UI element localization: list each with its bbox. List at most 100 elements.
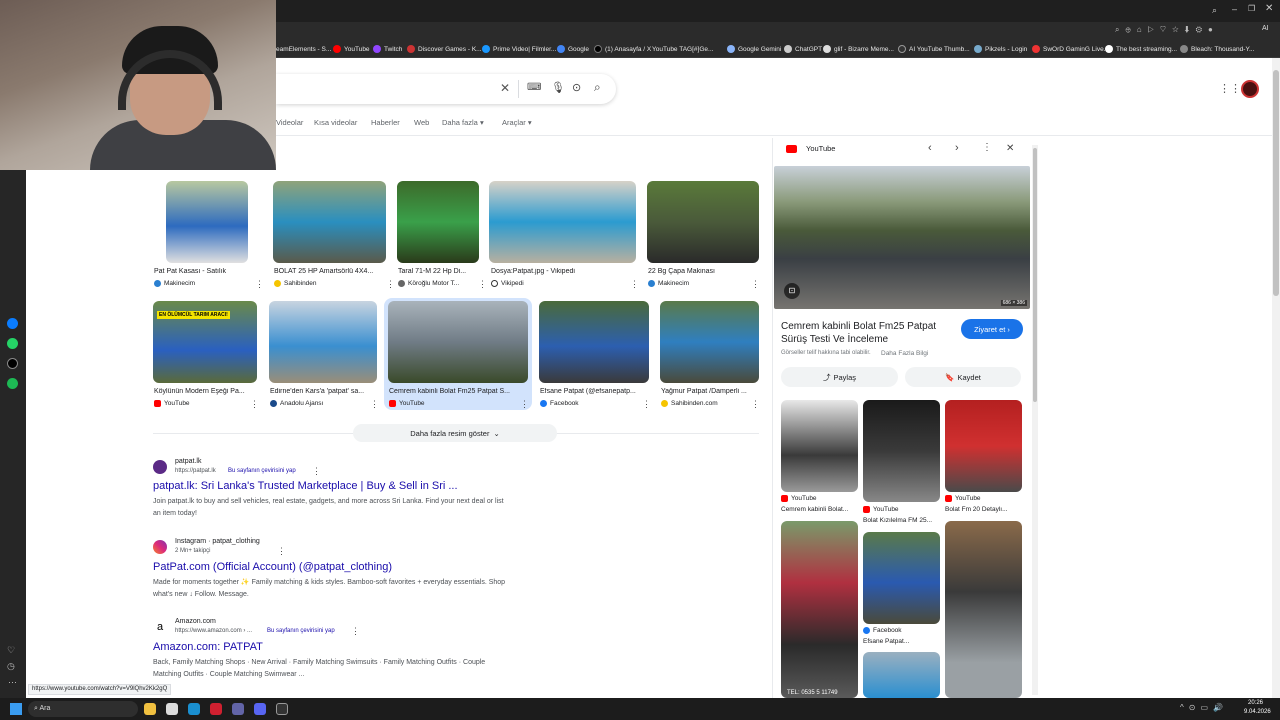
history-icon[interactable]: ◷ bbox=[7, 661, 15, 672]
image-caption[interactable]: Dosya:Patpat.jpg - Vikipedi bbox=[491, 268, 631, 275]
close-panel-icon[interactable]: ✕ bbox=[1006, 143, 1014, 154]
more-options-icon[interactable]: ⋮ bbox=[520, 399, 529, 410]
related-source[interactable]: Facebook bbox=[863, 627, 902, 634]
image-source[interactable]: Köroğlu Motor T... bbox=[398, 280, 459, 287]
related-source[interactable]: YouTube bbox=[945, 495, 981, 502]
image-caption[interactable]: Edirne'den Kars'a 'patpat' sa... bbox=[270, 388, 376, 395]
image-source[interactable]: Makinecim bbox=[648, 280, 689, 287]
windows-start-icon[interactable] bbox=[10, 703, 22, 715]
preview-image[interactable]: 686 × 386 ⊡ bbox=[774, 166, 1030, 309]
taskbar-search[interactable]: ⌕ Ara bbox=[28, 701, 138, 717]
lens-icon[interactable]: ⊙ bbox=[572, 81, 581, 94]
maximize-icon[interactable]: ❐ bbox=[1248, 4, 1255, 13]
related-image[interactable] bbox=[945, 521, 1022, 698]
more-options-icon[interactable]: ⋮ bbox=[277, 546, 286, 557]
image-result[interactable] bbox=[269, 301, 377, 383]
obs-icon[interactable] bbox=[276, 703, 288, 715]
search-icon[interactable]: ⌕ bbox=[1212, 5, 1217, 16]
clock-date[interactable]: 9.04.2026 bbox=[1244, 709, 1271, 715]
image-result[interactable] bbox=[397, 181, 479, 263]
spotify-icon[interactable] bbox=[7, 378, 18, 389]
related-image[interactable] bbox=[863, 532, 940, 624]
bookmark-item[interactable]: Prime Video| Filmler... bbox=[482, 43, 556, 55]
translate-link[interactable]: Bu sayfanın çevirisini yap bbox=[267, 628, 335, 634]
image-caption[interactable]: Efsane Patpat (@efsanepatp... bbox=[540, 388, 642, 395]
bookmark-item[interactable]: Google bbox=[557, 43, 589, 55]
apps-grid-icon[interactable]: ⋮⋮ bbox=[1219, 82, 1241, 95]
more-options-icon[interactable]: ⋮ bbox=[751, 279, 760, 290]
image-source[interactable]: Makinecim bbox=[154, 280, 195, 287]
teams-icon[interactable] bbox=[232, 703, 244, 715]
edge-icon[interactable] bbox=[188, 703, 200, 715]
close-icon[interactable]: ✕ bbox=[1265, 3, 1273, 14]
bookmark-item[interactable]: Google Gemini bbox=[727, 43, 781, 55]
panel-source[interactable]: YouTube bbox=[806, 144, 835, 153]
page-scrollbar-thumb[interactable] bbox=[1273, 70, 1279, 296]
bookmark-item[interactable]: Pikzels - Login bbox=[974, 43, 1027, 55]
result-title-link[interactable]: Amazon.com: PATPAT bbox=[153, 641, 263, 653]
more-icon[interactable]: ⋯ bbox=[8, 677, 17, 688]
bookmark-item[interactable]: (1) Anasayfa / X bbox=[594, 43, 651, 55]
prev-arrow-icon[interactable]: ‹ bbox=[928, 142, 932, 154]
result-title-link[interactable]: PatPat.com (Official Account) (@patpat_c… bbox=[153, 561, 392, 573]
related-source[interactable]: YouTube bbox=[863, 506, 899, 513]
discord-icon[interactable] bbox=[254, 703, 266, 715]
heart-icon[interactable]: ♡ bbox=[7, 645, 15, 656]
tab-news[interactable]: Haberler bbox=[371, 118, 400, 127]
bookmark-item[interactable]: YouTube bbox=[333, 43, 370, 55]
related-caption[interactable]: Bolat Fm 20 Detaylı... bbox=[945, 506, 1022, 513]
lens-search-icon[interactable]: ⊡ bbox=[784, 283, 800, 299]
image-caption[interactable]: Köylünün Modern Eşeği Pa... bbox=[154, 388, 254, 395]
more-options-icon[interactable]: ⋮ bbox=[351, 626, 360, 637]
bookmark-item[interactable]: ChatGPT bbox=[784, 43, 822, 55]
learn-more-link[interactable]: Daha Fazla Bilgi bbox=[881, 350, 928, 357]
image-caption[interactable]: Cemrem kabinli Bolat Fm25 Patpat S... bbox=[389, 388, 521, 395]
related-caption[interactable]: Efsane Patpat... bbox=[863, 638, 940, 645]
system-tray-icons[interactable]: ^⊙▭🔊 bbox=[1180, 703, 1228, 712]
panel-scrollbar-thumb[interactable] bbox=[1033, 148, 1037, 402]
search-icon[interactable]: ⌕ bbox=[594, 80, 601, 95]
related-caption[interactable]: Bolat Kızılelma FM 25... bbox=[863, 517, 940, 524]
image-result[interactable] bbox=[489, 181, 636, 263]
clear-search-icon[interactable]: ✕ bbox=[500, 81, 510, 95]
more-options-icon[interactable]: ⋮ bbox=[250, 399, 259, 410]
image-result[interactable] bbox=[388, 301, 528, 383]
avatar[interactable] bbox=[1241, 80, 1259, 98]
ai-icon[interactable]: AI bbox=[1262, 25, 1269, 32]
more-options-icon[interactable]: ⋮ bbox=[751, 399, 760, 410]
extensions-icons[interactable]: ⌕⊕⌂▷♡☆⬇⚙● bbox=[1115, 25, 1219, 35]
image-source[interactable]: YouTube bbox=[389, 400, 425, 407]
image-result[interactable] bbox=[647, 181, 759, 263]
share-button[interactable]: ⤴ Paylaş bbox=[781, 367, 898, 387]
result-title-link[interactable]: patpat.lk: Sri Lanka's Trusted Marketpla… bbox=[153, 480, 458, 492]
related-source[interactable]: YouTube bbox=[781, 495, 817, 502]
panel-title[interactable]: Cemrem kabinli Bolat Fm25 Patpat Sürüş T… bbox=[781, 320, 951, 346]
image-caption[interactable]: Pat Pat Kasası - Satılık bbox=[154, 268, 254, 275]
whatsapp-icon[interactable] bbox=[7, 338, 18, 349]
more-images-button[interactable]: Daha fazla resim göster ⌄ bbox=[353, 424, 557, 442]
tab-videos[interactable]: Videolar bbox=[276, 118, 303, 127]
image-caption[interactable]: Taral 71-M 22 Hp Di... bbox=[398, 268, 478, 275]
image-source[interactable]: Anadolu Ajansı bbox=[270, 400, 323, 407]
bookmark-item[interactable]: Twitch bbox=[373, 43, 402, 55]
more-options-icon[interactable]: ⋮ bbox=[478, 279, 487, 290]
more-options-icon[interactable]: ⋮ bbox=[982, 142, 992, 153]
bookmark-item[interactable]: Bleach: Thousand-Y... bbox=[1180, 43, 1254, 55]
bookmark-item[interactable]: Discover Games - K... bbox=[407, 43, 482, 55]
bookmark-item[interactable]: AI YouTube Thumb... bbox=[898, 43, 970, 55]
image-source[interactable]: Vikipedi bbox=[491, 280, 524, 287]
clock-time[interactable]: 20:26 bbox=[1248, 700, 1263, 706]
more-options-icon[interactable]: ⋮ bbox=[370, 399, 379, 410]
related-image[interactable] bbox=[863, 652, 940, 698]
image-source[interactable]: Sahibinden bbox=[274, 280, 317, 287]
image-caption[interactable]: 22 Bg Çapa Makinası bbox=[648, 268, 758, 275]
related-image[interactable]: TEL: 0535 5 11749 bbox=[781, 521, 858, 698]
more-options-icon[interactable]: ⋮ bbox=[255, 279, 264, 290]
tab-short-videos[interactable]: Kısa videolar bbox=[314, 118, 357, 127]
tab-more[interactable]: Daha fazla ▾ bbox=[442, 118, 484, 127]
more-options-icon[interactable]: ⋮ bbox=[642, 399, 651, 410]
image-caption[interactable]: Yağmur Patpat /Damperli ... bbox=[661, 388, 753, 395]
image-result[interactable] bbox=[273, 181, 386, 263]
bookmark-item[interactable]: YouTube TAG[#]Ge... bbox=[652, 43, 713, 55]
bookmark-item[interactable]: glif - Bizarre Meme... bbox=[823, 43, 894, 55]
